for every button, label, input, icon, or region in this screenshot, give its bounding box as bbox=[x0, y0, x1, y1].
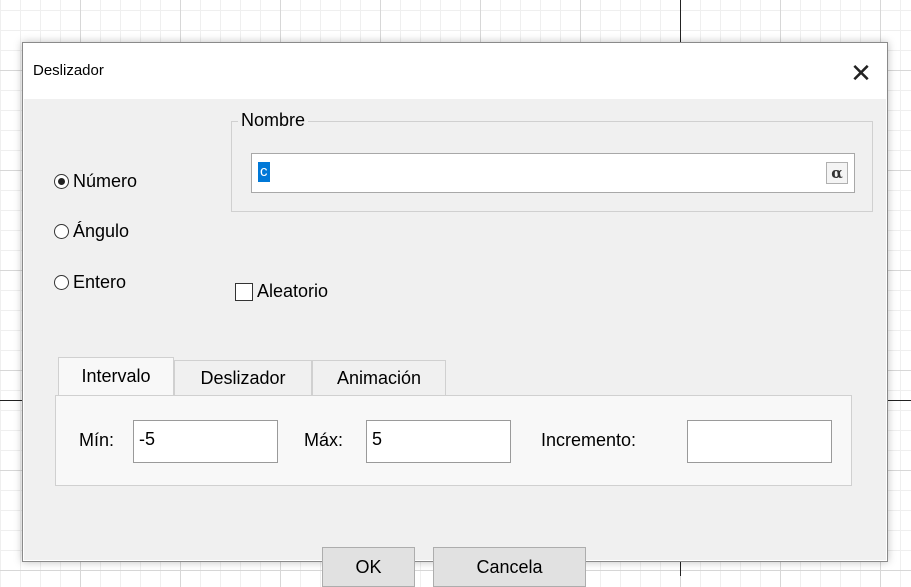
dialog-body: Número Ángulo Entero Nombre c α Aleatori… bbox=[24, 99, 886, 587]
increment-label: Incremento: bbox=[541, 430, 637, 450]
tab-animacion[interactable]: Animación bbox=[312, 360, 446, 395]
min-label: Mín: bbox=[79, 430, 115, 450]
max-input[interactable]: 5 bbox=[366, 420, 511, 463]
slider-dialog: Deslizador ✕ Número Ángulo Entero Nombre… bbox=[22, 42, 888, 587]
radio-angulo[interactable]: Ángulo bbox=[54, 221, 129, 242]
random-label: Aleatorio bbox=[257, 281, 329, 301]
close-icon[interactable]: ✕ bbox=[841, 53, 881, 93]
radio-numero-label: Número bbox=[73, 171, 138, 191]
name-group: Nombre c α bbox=[231, 110, 873, 212]
interval-panel: Mín: -5 Máx: 5 Incremento: bbox=[55, 395, 852, 486]
name-value: c bbox=[258, 162, 270, 182]
tab-intervalo[interactable]: Intervalo bbox=[58, 357, 174, 395]
radio-selected-icon bbox=[54, 174, 69, 189]
name-legend: Nombre bbox=[238, 110, 309, 131]
tab-deslizador[interactable]: Deslizador bbox=[174, 360, 312, 395]
max-label: Máx: bbox=[304, 430, 344, 450]
radio-entero-label: Entero bbox=[73, 272, 127, 292]
radio-entero[interactable]: Entero bbox=[54, 272, 126, 293]
radio-unselected-icon bbox=[54, 224, 69, 239]
checkbox-unchecked-icon bbox=[235, 282, 253, 301]
random-checkbox[interactable]: Aleatorio bbox=[235, 281, 328, 302]
min-input[interactable]: -5 bbox=[133, 420, 278, 463]
radio-angulo-label: Ángulo bbox=[73, 221, 130, 241]
dialog-title: Deslizador bbox=[33, 62, 104, 79]
ok-button[interactable]: OK bbox=[322, 547, 415, 587]
increment-input[interactable] bbox=[687, 420, 832, 463]
dialog-titlebar[interactable]: Deslizador ✕ bbox=[23, 43, 887, 99]
radio-numero[interactable]: Número bbox=[54, 171, 137, 192]
alpha-symbol-button[interactable]: α bbox=[826, 162, 848, 184]
name-input[interactable]: c α bbox=[251, 153, 855, 193]
radio-unselected-icon bbox=[54, 275, 69, 290]
cancel-button[interactable]: Cancela bbox=[433, 547, 586, 587]
